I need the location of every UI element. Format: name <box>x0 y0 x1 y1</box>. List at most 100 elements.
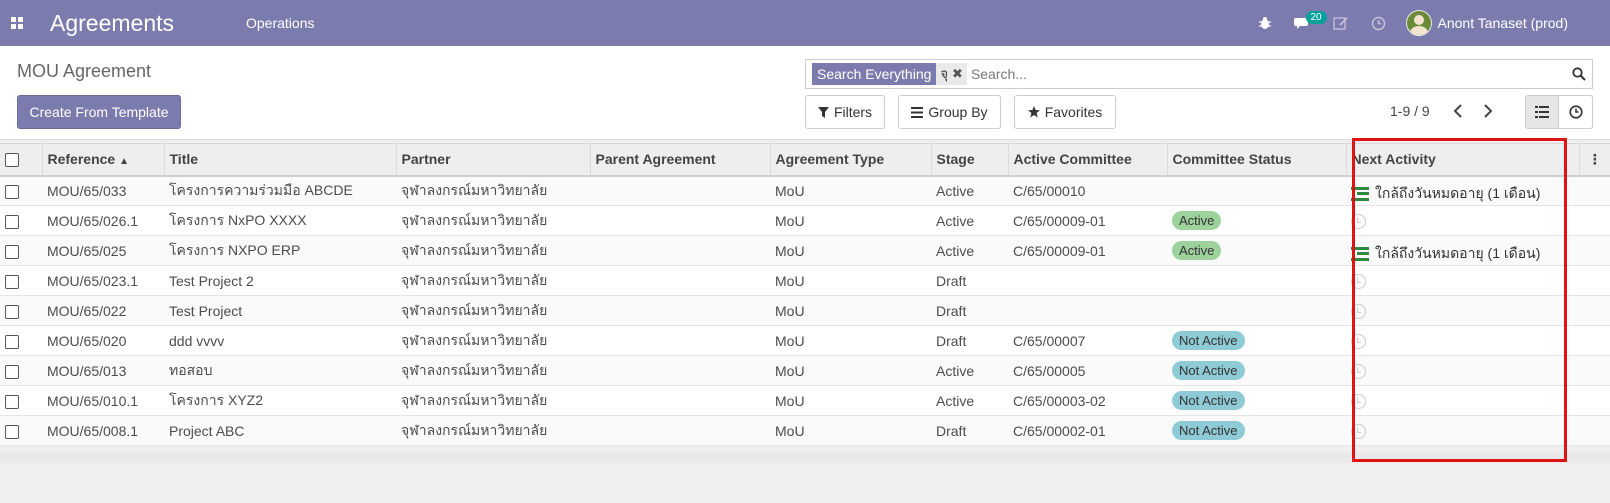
cell-parent-agreement <box>590 266 770 296</box>
cell-reference: MOU/65/013 <box>47 362 127 379</box>
row-checkbox-cell[interactable] <box>0 416 42 446</box>
schedule-activity-clock-icon[interactable] <box>1351 333 1366 349</box>
column-header-committee-status[interactable]: Committee Status <box>1166 143 1346 176</box>
schedule-activity-clock-icon[interactable] <box>1351 303 1366 319</box>
search-facet-value: จุ <box>936 63 953 85</box>
app-title[interactable]: Agreements <box>50 10 236 37</box>
create-from-template-button[interactable]: Create From Template <box>17 95 181 129</box>
row-checkbox-cell[interactable] <box>0 386 42 416</box>
cell-reference: MOU/65/022 <box>47 302 127 319</box>
row-checkbox[interactable] <box>5 364 19 379</box>
apps-menu-icon[interactable] <box>0 0 34 46</box>
cell-title: โครงการ NXPO ERP <box>169 241 301 258</box>
cell-partner: จุฬาลงกรณ์มหาวิทยาลัย <box>401 361 548 378</box>
column-header-active-committee[interactable]: Active Committee <box>1007 143 1167 176</box>
cell-agreement-type: MoU <box>775 422 805 439</box>
messages-chat-icon[interactable]: 20 <box>1284 0 1327 46</box>
row-checkbox[interactable] <box>5 274 19 289</box>
list-view-icon[interactable] <box>1526 96 1560 128</box>
table-footer <box>0 453 1610 463</box>
cell-committee-status <box>1167 296 1346 326</box>
pager-next-icon[interactable] <box>1478 101 1498 121</box>
row-checkbox-cell[interactable] <box>0 236 42 266</box>
table-row[interactable]: MOU/65/020 ddd vvvv จุฬาลงกรณ์มหาวิทยาลัย M… <box>0 325 1610 356</box>
search-facet-label: Search Everything <box>812 63 937 85</box>
schedule-activity-clock-icon[interactable] <box>1351 393 1366 409</box>
row-checkbox-cell[interactable] <box>0 326 42 356</box>
cell-partner: จุฬาลงกรณ์มหาวิทยาลัย <box>401 391 548 408</box>
select-all-checkbox[interactable] <box>5 153 19 168</box>
schedule-activity-clock-icon[interactable] <box>1351 213 1366 229</box>
next-activity[interactable]: ใกล้ถึงวันหมดอายุ (1 เดือน) <box>1351 183 1540 205</box>
cell-next-activity <box>1346 386 1579 416</box>
schedule-activity-clock-icon[interactable] <box>1351 363 1366 379</box>
pager-value[interactable]: 1-9 / 9 <box>1390 103 1430 119</box>
schedule-activity-clock-icon[interactable] <box>1351 273 1366 289</box>
row-checkbox-cell[interactable] <box>0 356 42 386</box>
column-label: Reference <box>47 151 116 168</box>
table-row[interactable]: MOU/65/023.1 Test Project 2 จุฬาลงกรณ์มหาว… <box>0 265 1610 296</box>
column-header-stage[interactable]: Stage <box>930 143 1008 176</box>
column-header-partner[interactable]: Partner <box>395 143 590 176</box>
edit-note-icon[interactable] <box>1322 0 1360 46</box>
cell-parent-agreement <box>590 236 770 266</box>
search-input[interactable] <box>970 62 1566 86</box>
cell-stage: Active <box>936 392 975 409</box>
facet-remove-icon[interactable]: ✖ <box>952 63 967 85</box>
select-all-checkbox-cell[interactable] <box>0 144 42 176</box>
pager-previous-icon[interactable] <box>1448 101 1468 121</box>
column-header-next-activity[interactable]: Next Activity <box>1345 143 1579 176</box>
cell-stage: Draft <box>936 422 967 439</box>
cell-reference: MOU/65/033 <box>47 182 127 199</box>
next-activity[interactable]: ใกล้ถึงวันหมดอายุ (1 เดือน) <box>1351 243 1540 265</box>
table-row[interactable]: MOU/65/013 ทอสอบ จุฬาลงกรณ์มหาวิทยาลัย MoU A… <box>0 355 1610 386</box>
row-checkbox-cell[interactable] <box>0 296 42 326</box>
column-header-parent-agreement[interactable]: Parent Agreement <box>589 143 770 176</box>
status-badge: Not Active <box>1172 331 1245 350</box>
row-checkbox[interactable] <box>5 214 19 229</box>
row-checkbox-cell[interactable] <box>0 176 42 206</box>
column-header-agreement-type[interactable]: Agreement Type <box>769 143 931 176</box>
cell-committee-status: Not Active <box>1167 356 1346 386</box>
row-checkbox[interactable] <box>5 394 19 409</box>
cell-partner: จุฬาลงกรณ์มหาวิทยาลัย <box>401 301 548 318</box>
optional-columns-kebab-icon[interactable]: ⋮ <box>1578 143 1610 176</box>
favorites-button[interactable]: Favorites <box>1014 95 1116 129</box>
row-checkbox[interactable] <box>5 424 19 439</box>
row-checkbox-cell[interactable] <box>0 206 42 236</box>
table-row[interactable]: MOU/65/010.1 โครงการ XYZ2 จุฬาลงกรณ์มหาวิท… <box>0 385 1610 416</box>
search-icon[interactable] <box>1566 60 1592 88</box>
next-activity-label: ใกล้ถึงวันหมดอายุ (1 เดือน) <box>1375 184 1541 201</box>
star-icon <box>1027 106 1040 118</box>
cell-active-committee <box>1008 296 1167 326</box>
agreements-table: Reference ▲ Title Partner Parent Agreeme… <box>0 143 1610 446</box>
status-badge: Active <box>1172 241 1222 260</box>
menu-operations[interactable]: Operations <box>236 0 324 46</box>
row-checkbox[interactable] <box>5 244 19 259</box>
cell-committee-status: Not Active <box>1167 326 1346 356</box>
activity-clock-icon[interactable] <box>1360 0 1398 46</box>
table-row[interactable]: MOU/65/026.1 โครงการ NxPO XXXX จุฬาลงกรณ์ม… <box>0 205 1610 236</box>
activity-view-clock-icon[interactable] <box>1559 96 1592 128</box>
cell-next-activity: ใกล้ถึงวันหมดอายุ (1 เดือน) <box>1346 176 1579 206</box>
row-checkbox-cell[interactable] <box>0 266 42 296</box>
row-checkbox[interactable] <box>5 184 19 199</box>
filters-button[interactable]: Filters <box>805 95 885 129</box>
search-facet: Search Everything จุ ✖ <box>812 63 967 85</box>
cell-title: Test Project <box>169 302 243 319</box>
top-navbar: Agreements Operations 20 Anont Tanaset (… <box>0 0 1610 46</box>
table-row[interactable]: MOU/65/033 โครงการความร่วมมือ ABCDE จุฬาลง… <box>0 175 1610 206</box>
cell-options <box>1579 236 1610 266</box>
table-row[interactable]: MOU/65/008.1 Project ABC จุฬาลงกรณ์มหาวิทย… <box>0 415 1610 446</box>
debug-bug-icon[interactable] <box>1246 0 1284 46</box>
table-row[interactable]: MOU/65/022 Test Project จุฬาลงกรณ์มหาวิทยา… <box>0 295 1610 326</box>
cell-parent-agreement <box>590 416 770 446</box>
user-menu[interactable]: Anont Tanaset (prod) <box>1405 10 1568 36</box>
table-row[interactable]: MOU/65/025 โครงการ NXPO ERP จุฬาลงกรณ์มหาว… <box>0 235 1610 266</box>
row-checkbox[interactable] <box>5 304 19 319</box>
row-checkbox[interactable] <box>5 334 19 349</box>
column-header-reference[interactable]: Reference ▲ <box>41 143 164 176</box>
column-header-title[interactable]: Title <box>163 143 396 176</box>
group-by-button[interactable]: Group By <box>898 95 1001 129</box>
schedule-activity-clock-icon[interactable] <box>1351 423 1366 439</box>
